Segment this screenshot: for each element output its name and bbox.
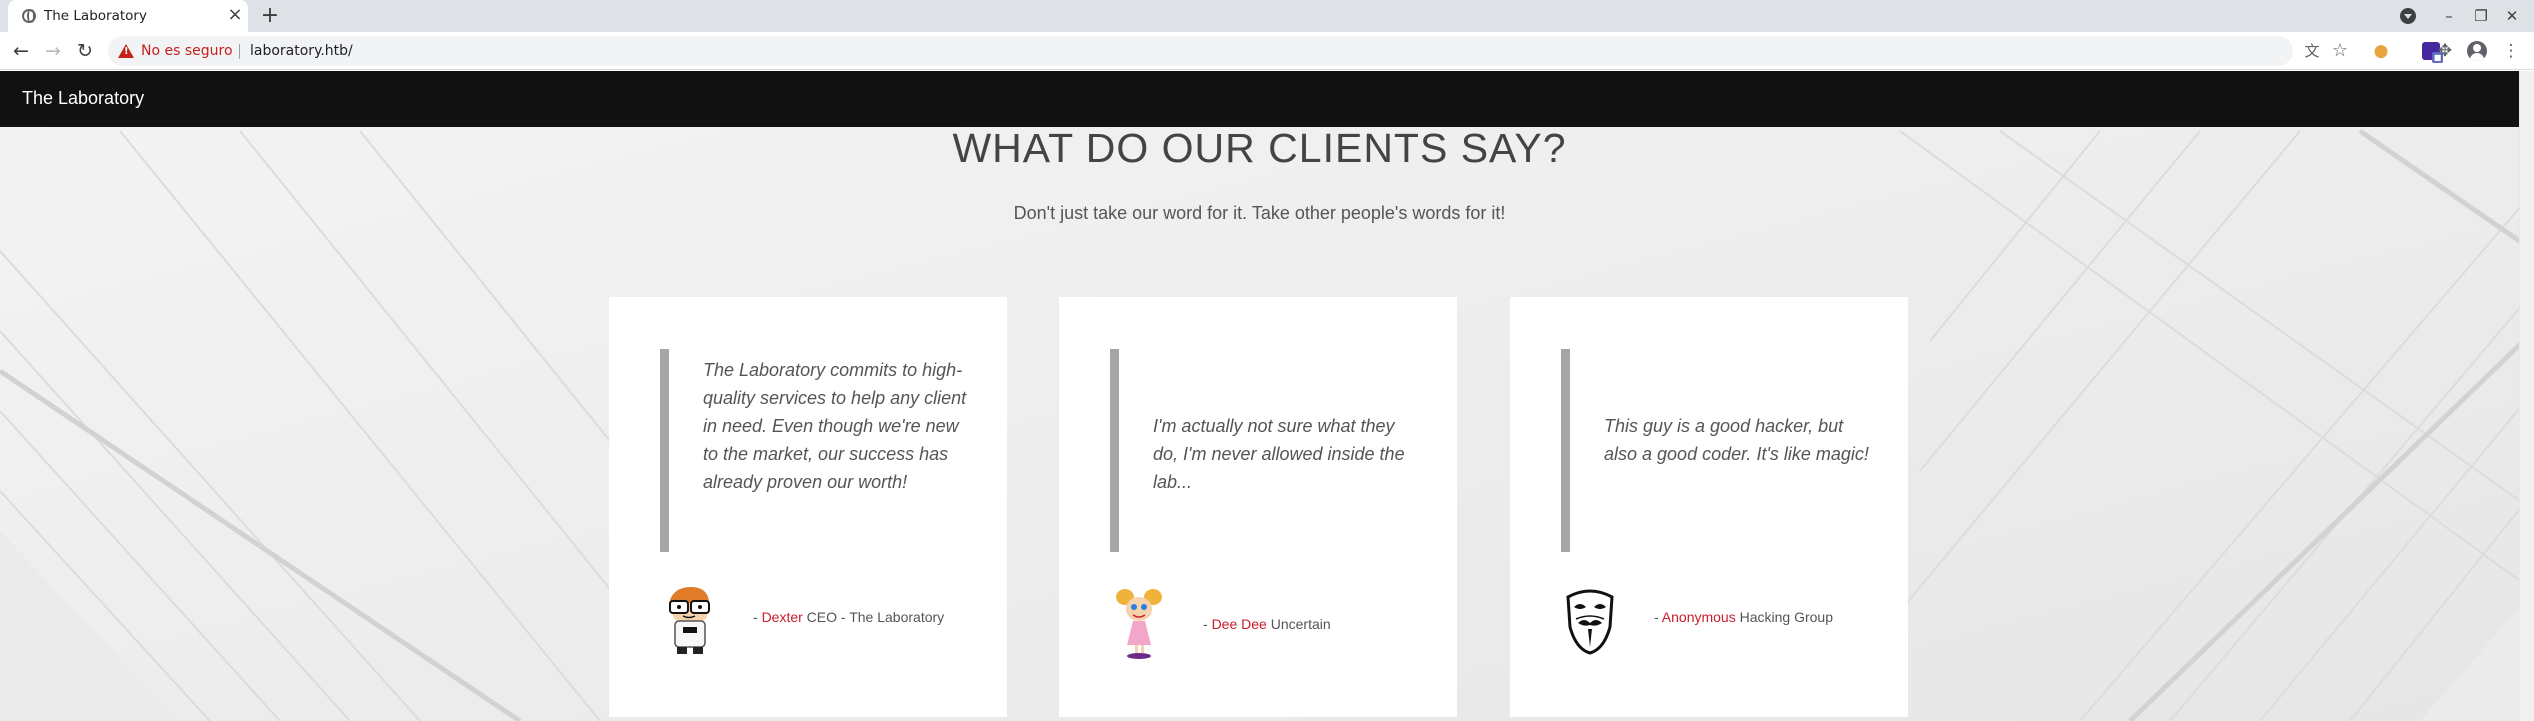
- author-name: Dexter: [761, 609, 803, 625]
- testimonial-card: This guy is a good hacker, but also a go…: [1510, 297, 1908, 717]
- site-brand-link[interactable]: The Laboratory: [22, 88, 144, 109]
- blockquote-bar: [1110, 349, 1119, 552]
- author-role: Hacking Group: [1735, 609, 1833, 625]
- author-name: Anonymous: [1661, 609, 1736, 625]
- tab-strip: The Laboratory × + – ❐ ✕: [0, 0, 2534, 32]
- testimonial-card: I'm actually not sure what they do, I'm …: [1059, 297, 1457, 717]
- author-role: Uncertain: [1266, 616, 1331, 632]
- restore-button[interactable]: ❐: [2469, 4, 2493, 28]
- browser-tab[interactable]: The Laboratory ×: [8, 0, 248, 32]
- dexter-avatar-icon: [669, 587, 710, 654]
- page-viewport: The Laboratory WHAT DO OUR CLIENTS SAY? …: [0, 71, 2534, 721]
- testimonial-quote: The Laboratory commits to high-quality s…: [703, 360, 967, 492]
- dee-dee-avatar-icon: [1116, 589, 1162, 659]
- blockquote-bar: [660, 349, 669, 552]
- author-dash: -: [753, 609, 762, 625]
- bookmark-star-icon[interactable]: ☆: [2330, 41, 2350, 61]
- author-role: CEO - The Laboratory: [802, 609, 945, 625]
- testimonial-author: - Anonymous Hacking Group: [1654, 609, 1833, 625]
- blockquote-bar: [1561, 349, 1570, 552]
- warning-icon: [118, 44, 134, 58]
- tab-title: The Laboratory: [44, 8, 147, 24]
- anonymous-mask-icon: [1566, 589, 1614, 655]
- browser-menu-icon[interactable]: ⋮: [2500, 40, 2522, 62]
- close-window-button[interactable]: ✕: [2500, 4, 2524, 28]
- back-button[interactable]: ←: [9, 39, 33, 63]
- new-tab-button[interactable]: +: [258, 4, 282, 28]
- section-subtitle: Don't just take our word for it. Take ot…: [1013, 203, 1506, 223]
- testimonial-quote: This guy is a good hacker, but also a go…: [1604, 416, 1869, 464]
- extensions-puzzle-icon[interactable]: ✥: [2434, 40, 2456, 62]
- cookie-extension-icon[interactable]: ●: [2370, 40, 2392, 62]
- testimonial-card: The Laboratory commits to high-quality s…: [609, 297, 1007, 717]
- author-dash: -: [1654, 609, 1662, 625]
- testimonial-quote: I'm actually not sure what they do, I'm …: [1153, 416, 1405, 492]
- security-status[interactable]: No es seguro: [141, 43, 233, 59]
- testimonial-author: - Dexter CEO - The Laboratory: [753, 609, 944, 625]
- address-separator: [239, 44, 240, 59]
- translate-icon[interactable]: 文: [2302, 41, 2322, 61]
- testimonial-author: - Dee Dee Uncertain: [1203, 616, 1331, 632]
- site-navbar: The Laboratory: [0, 71, 2519, 127]
- url-text[interactable]: laboratory.htb/: [250, 43, 353, 59]
- tab-search-icon[interactable]: [2400, 8, 2416, 24]
- minimize-button[interactable]: –: [2437, 4, 2461, 28]
- reload-button[interactable]: ↻: [73, 39, 97, 63]
- page-scrollbar[interactable]: [2519, 71, 2534, 721]
- author-name: Dee Dee: [1211, 616, 1267, 632]
- globe-icon: [22, 9, 36, 23]
- tab-close-icon[interactable]: ×: [226, 6, 244, 24]
- section-title: WHAT DO OUR CLIENTS SAY?: [952, 125, 1567, 171]
- profile-avatar-icon[interactable]: [2467, 41, 2487, 61]
- forward-button[interactable]: →: [41, 39, 65, 63]
- address-bar[interactable]: No es seguro laboratory.htb/ 文 ☆: [108, 36, 2348, 66]
- author-dash: -: [1203, 616, 1212, 632]
- browser-toolbar: ← → ↻ No es seguro laboratory.htb/ 文 ☆ ●…: [0, 32, 2534, 70]
